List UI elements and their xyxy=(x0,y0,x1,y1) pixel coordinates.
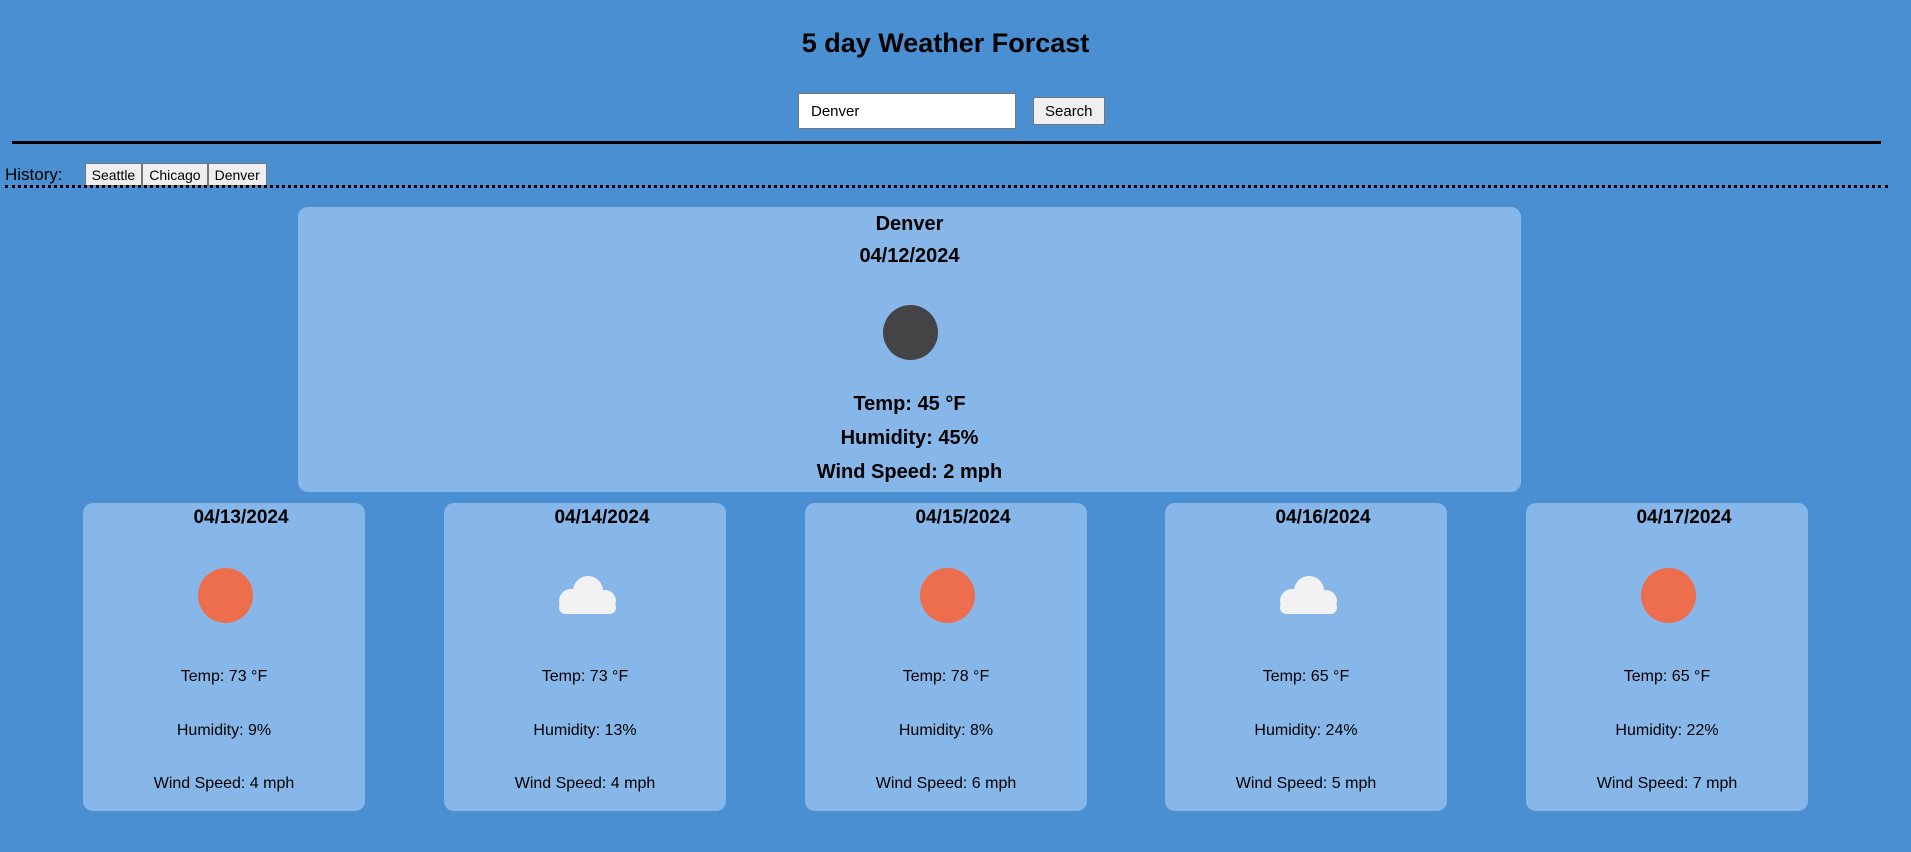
forecast-card: 04/16/2024 Temp: 65 °F Humidity: 24% Win… xyxy=(1165,503,1447,811)
forecast-date: 04/17/2024 xyxy=(1636,507,1732,528)
forecast-wind-speed: Wind Speed: 4 mph xyxy=(153,775,295,792)
history-button-denver[interactable]: Denver xyxy=(207,163,267,186)
forecast-temp: Temp: 65 °F xyxy=(1262,668,1350,685)
forecast-card: 04/13/2024 Temp: 73 °F Humidity: 9% Wind… xyxy=(83,503,365,811)
forecast-temp: Temp: 73 °F xyxy=(541,668,629,685)
forecast-humidity: Humidity: 13% xyxy=(533,722,637,739)
history-button-seattle[interactable]: Seattle xyxy=(84,163,143,186)
current-date: 04/12/2024 xyxy=(859,245,960,267)
forecast-card: 04/15/2024 Temp: 78 °F Humidity: 8% Wind… xyxy=(805,503,1087,811)
city-search-input[interactable] xyxy=(798,93,1016,129)
search-button[interactable]: Search xyxy=(1033,97,1105,125)
forecast-wind-speed: Wind Speed: 4 mph xyxy=(514,775,656,792)
forecast-wind-speed: Wind Speed: 7 mph xyxy=(1596,775,1738,792)
header-divider xyxy=(12,141,1881,144)
forecast-card: 04/17/2024 Temp: 65 °F Humidity: 22% Win… xyxy=(1526,503,1808,811)
forecast-date: 04/13/2024 xyxy=(193,507,289,528)
current-city: Denver xyxy=(875,213,944,235)
sun-icon xyxy=(920,568,975,623)
forecast-date: 04/15/2024 xyxy=(915,507,1011,528)
search-history: History: Seattle Chicago Denver xyxy=(5,163,267,186)
cloud-icon xyxy=(1280,576,1337,614)
current-weather-card: Denver 04/12/2024 Temp: 45 °F Humidity: … xyxy=(298,207,1521,492)
current-humidity: Humidity: 45% xyxy=(840,427,979,449)
page-title: 5 day Weather Forcast xyxy=(801,28,1090,58)
cloud-icon xyxy=(559,576,616,614)
history-label: History: xyxy=(5,164,63,184)
search-bar: Search xyxy=(798,91,1105,131)
forecast-temp: Temp: 73 °F xyxy=(180,668,268,685)
sun-icon xyxy=(1641,568,1696,623)
sun-icon xyxy=(198,568,253,623)
forecast-date: 04/14/2024 xyxy=(554,507,650,528)
forecast-card: 04/14/2024 Temp: 73 °F Humidity: 13% Win… xyxy=(444,503,726,811)
forecast-humidity: Humidity: 9% xyxy=(176,722,272,739)
forecast-wind-speed: Wind Speed: 6 mph xyxy=(875,775,1017,792)
forecast-temp: Temp: 78 °F xyxy=(902,668,990,685)
forecast-date: 04/16/2024 xyxy=(1275,507,1371,528)
current-wind-speed: Wind Speed: 2 mph xyxy=(816,461,1003,483)
forecast-humidity: Humidity: 22% xyxy=(1615,722,1719,739)
forecast-wind-speed: Wind Speed: 5 mph xyxy=(1235,775,1377,792)
history-divider xyxy=(5,185,1888,188)
forecast-humidity: Humidity: 8% xyxy=(898,722,994,739)
moon-icon xyxy=(883,305,938,360)
current-temp: Temp: 45 °F xyxy=(853,393,966,415)
forecast-humidity: Humidity: 24% xyxy=(1254,722,1358,739)
history-button-chicago[interactable]: Chicago xyxy=(142,163,208,186)
forecast-temp: Temp: 65 °F xyxy=(1623,668,1711,685)
